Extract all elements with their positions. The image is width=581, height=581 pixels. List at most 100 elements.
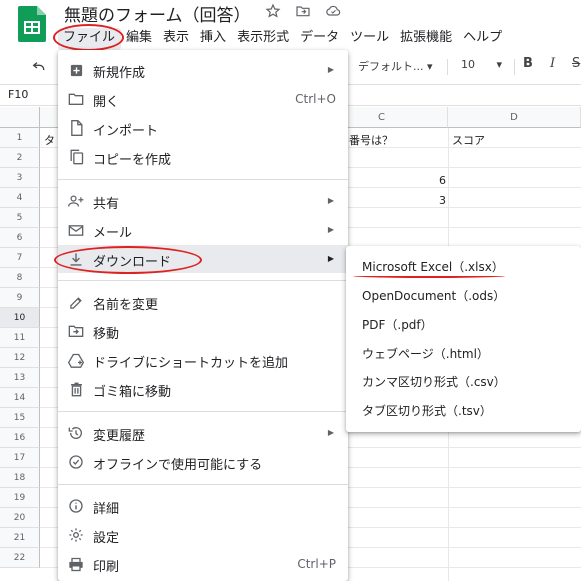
menu-item-offline[interactable]: オフラインで使用可能にする	[58, 448, 348, 476]
font-size-select[interactable]: 10 ▾	[461, 58, 502, 71]
row-header[interactable]: 10	[0, 308, 40, 328]
row-header[interactable]: 9	[0, 288, 40, 308]
download-tsv[interactable]: タブ区切り形式（.tsv）	[362, 402, 492, 419]
undo-icon[interactable]	[31, 58, 47, 78]
menu-item-new[interactable]: 新規作成 ▶	[58, 56, 348, 84]
font-size-label: 10	[461, 58, 475, 71]
shortcut-label: Ctrl+P	[297, 557, 336, 571]
row-header[interactable]: 19	[0, 488, 40, 508]
cell-c1[interactable]: 番号は？	[349, 132, 393, 148]
row-header[interactable]: 20	[0, 508, 40, 528]
menu-view[interactable]: 表示	[158, 28, 195, 50]
row-header[interactable]: 4	[0, 188, 40, 208]
drive-shortcut-icon	[68, 352, 84, 368]
menu-item-settings[interactable]: 設定	[58, 521, 348, 549]
font-family-select[interactable]: デフォルト... ▾	[358, 58, 433, 74]
cell-c3[interactable]: 6	[439, 174, 446, 187]
row-header[interactable]: 5	[0, 208, 40, 228]
menu-edit[interactable]: 編集	[121, 28, 158, 50]
download-html[interactable]: ウェブページ（.html）	[362, 345, 489, 362]
bold-button[interactable]: B	[523, 56, 533, 71]
trash-icon	[68, 381, 84, 397]
document-title[interactable]: 無題のフォーム（回答）	[64, 1, 251, 26]
menu-divider	[58, 179, 348, 180]
star-icon[interactable]	[264, 2, 282, 20]
menu-item-details[interactable]: 詳細	[58, 492, 348, 520]
menu-item-import[interactable]: インポート	[58, 114, 348, 142]
move-to-folder-icon[interactable]	[294, 2, 312, 20]
row-header[interactable]: 13	[0, 368, 40, 388]
menu-item-print[interactable]: 印刷 Ctrl+P	[58, 550, 348, 578]
row-header[interactable]: 14	[0, 388, 40, 408]
row-header[interactable]: 6	[0, 228, 40, 248]
menu-insert[interactable]: 挿入	[195, 28, 232, 50]
download-csv[interactable]: カンマ区切り形式（.csv）	[362, 373, 506, 390]
menu-item-label: 共有	[93, 197, 120, 212]
row-header[interactable]: 17	[0, 448, 40, 468]
cell-d1[interactable]: スコア	[452, 132, 485, 148]
print-icon	[68, 556, 84, 572]
row-header[interactable]: 15	[0, 408, 40, 428]
menu-item-trash[interactable]: ゴミ箱に移動	[58, 375, 348, 403]
toolbar-divider	[514, 59, 515, 75]
toolbar-divider	[447, 59, 448, 75]
menu-data[interactable]: データ	[295, 28, 345, 50]
menu-item-download[interactable]: ダウンロード ▶	[58, 245, 348, 273]
cell-c4[interactable]: 3	[439, 194, 446, 207]
row-header[interactable]: 12	[0, 348, 40, 368]
row-header[interactable]: 1	[0, 128, 40, 148]
menu-item-move[interactable]: 移動	[58, 317, 348, 345]
row-header[interactable]: 7	[0, 248, 40, 268]
settings-gear-icon	[68, 527, 84, 543]
submenu-arrow-icon: ▶	[327, 254, 334, 263]
cell-a1[interactable]: タ	[44, 132, 55, 148]
italic-button[interactable]: I	[550, 56, 555, 71]
row-header[interactable]: 2	[0, 148, 40, 168]
menu-divider	[58, 411, 348, 412]
menu-item-rename[interactable]: 名前を変更	[58, 288, 348, 316]
row-header[interactable]: 21	[0, 528, 40, 548]
menu-item-email[interactable]: メール ▶	[58, 216, 348, 244]
cloud-status-icon[interactable]	[324, 2, 342, 20]
menu-item-share[interactable]: 共有 ▶	[58, 187, 348, 215]
strikethrough-button[interactable]: S	[572, 56, 580, 71]
info-icon	[68, 498, 84, 514]
row-header[interactable]: 11	[0, 328, 40, 348]
submenu-arrow-icon: ▶	[327, 225, 334, 234]
cell-reference[interactable]: F10	[8, 88, 28, 101]
menu-tools[interactable]: ツール	[345, 28, 395, 50]
menu-item-add-shortcut[interactable]: ドライブにショートカットを追加	[58, 346, 348, 374]
row-header[interactable]: 22	[0, 548, 40, 568]
menu-item-make-copy[interactable]: コピーを作成	[58, 143, 348, 171]
column-header-d[interactable]: D	[448, 107, 581, 128]
menu-item-open[interactable]: 開く Ctrl+O	[58, 85, 348, 113]
submenu-arrow-icon: ▶	[327, 65, 334, 74]
menu-item-label: 移動	[93, 327, 120, 342]
select-all-corner[interactable]	[0, 107, 40, 128]
menu-format[interactable]: 表示形式	[232, 28, 295, 50]
download-ods[interactable]: OpenDocument（.ods）	[362, 287, 505, 304]
row-header[interactable]: 18	[0, 468, 40, 488]
menu-item-label: 新規作成	[93, 66, 146, 81]
menu-file[interactable]: ファイル	[58, 28, 122, 50]
menu-extensions[interactable]: 拡張機能	[395, 28, 458, 50]
menu-item-label: ゴミ箱に移動	[93, 385, 172, 400]
sheets-logo-icon[interactable]	[18, 6, 46, 42]
download-excel[interactable]: Microsoft Excel（.xlsx）	[362, 258, 504, 275]
download-submenu: Microsoft Excel（.xlsx） OpenDocument（.ods…	[346, 246, 581, 432]
row-header[interactable]: 8	[0, 268, 40, 288]
submenu-arrow-icon: ▶	[327, 196, 334, 205]
folder-icon	[68, 91, 84, 107]
menu-help[interactable]: ヘルプ	[458, 28, 508, 50]
file-menu: 新規作成 ▶ 開く Ctrl+O インポート コピーを作成 共有 ▶ メール ▶…	[58, 50, 348, 581]
menu-item-label: インポート	[93, 124, 159, 139]
offline-check-icon	[68, 454, 84, 470]
mail-icon	[68, 222, 84, 238]
menu-item-version-history[interactable]: 変更履歴 ▶	[58, 419, 348, 447]
download-pdf[interactable]: PDF（.pdf）	[362, 316, 433, 333]
menu-item-label: 印刷	[93, 560, 120, 575]
menu-divider	[58, 484, 348, 485]
column-d-label: D	[510, 112, 518, 123]
row-header[interactable]: 3	[0, 168, 40, 188]
row-header[interactable]: 16	[0, 428, 40, 448]
